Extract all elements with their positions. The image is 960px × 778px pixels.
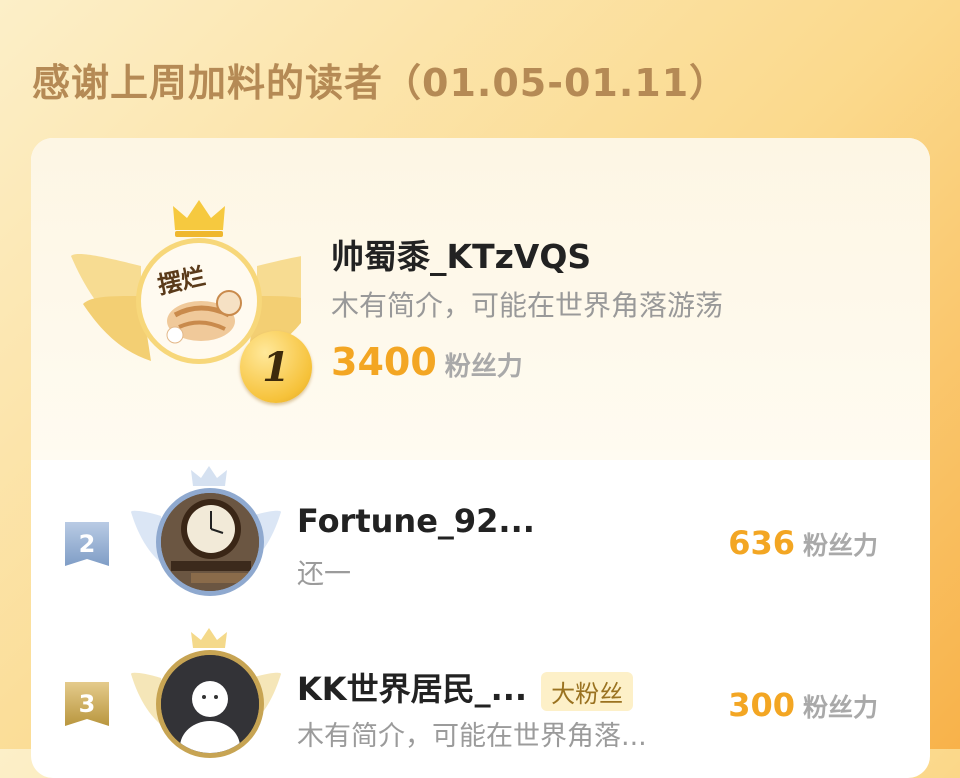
user-name[interactable]: Fortune_92...	[297, 502, 535, 540]
score-unit: 粉丝力	[802, 693, 878, 722]
score-unit: 粉丝力	[444, 352, 523, 382]
page-title: 感谢上周加料的读者（01.05-01.11）	[32, 61, 729, 105]
first-place-score: 3400 粉丝力	[331, 340, 523, 384]
fan-power-score: 636 粉丝力	[728, 524, 878, 562]
user-bio: 木有简介，可能在世界角落...	[297, 721, 647, 752]
crown-icon	[173, 200, 225, 237]
score-value: 636	[728, 524, 795, 562]
score-unit: 粉丝力	[802, 531, 878, 560]
user-name-line[interactable]: KK世界居民_... 大粉丝	[297, 664, 634, 711]
score-value: 300	[728, 686, 795, 724]
default-user-icon	[161, 655, 259, 753]
fan-power-score: 300 粉丝力	[728, 686, 878, 724]
clock-icon	[161, 493, 259, 591]
list-item[interactable]: 3 KK世界居民_... 大粉丝 木有简介，可能在世界角落... 300 粉丝力	[31, 628, 930, 778]
first-place-bio: 木有简介，可能在世界角落游荡	[331, 289, 724, 322]
rank-tag: 3	[65, 682, 109, 726]
fan-badge: 大粉丝	[541, 671, 634, 711]
avatar[interactable]	[156, 488, 264, 596]
first-place-avatar[interactable]: 摆烂	[136, 238, 262, 364]
leaderboard-card: 摆烂 1 帅蜀黍_KTzVQS 木有简介，可能在世界角落游荡 3400 粉丝力 2	[31, 138, 930, 778]
first-place-name[interactable]: 帅蜀黍_KTzVQS	[331, 230, 591, 278]
avatar-frame	[131, 466, 281, 606]
first-place-avatar-frame: 摆烂 1	[71, 196, 312, 406]
score-value: 3400	[331, 340, 437, 384]
user-bio: 还一	[297, 559, 351, 590]
avatar-frame	[131, 628, 281, 768]
rank-medal-icon: 1	[240, 331, 312, 403]
user-name[interactable]: KK世界居民_...	[297, 670, 527, 708]
avatar[interactable]	[156, 650, 264, 758]
rank-tag: 2	[65, 522, 109, 566]
list-item[interactable]: 2 Fortune_92... 还一 636 粉丝力	[31, 466, 930, 616]
